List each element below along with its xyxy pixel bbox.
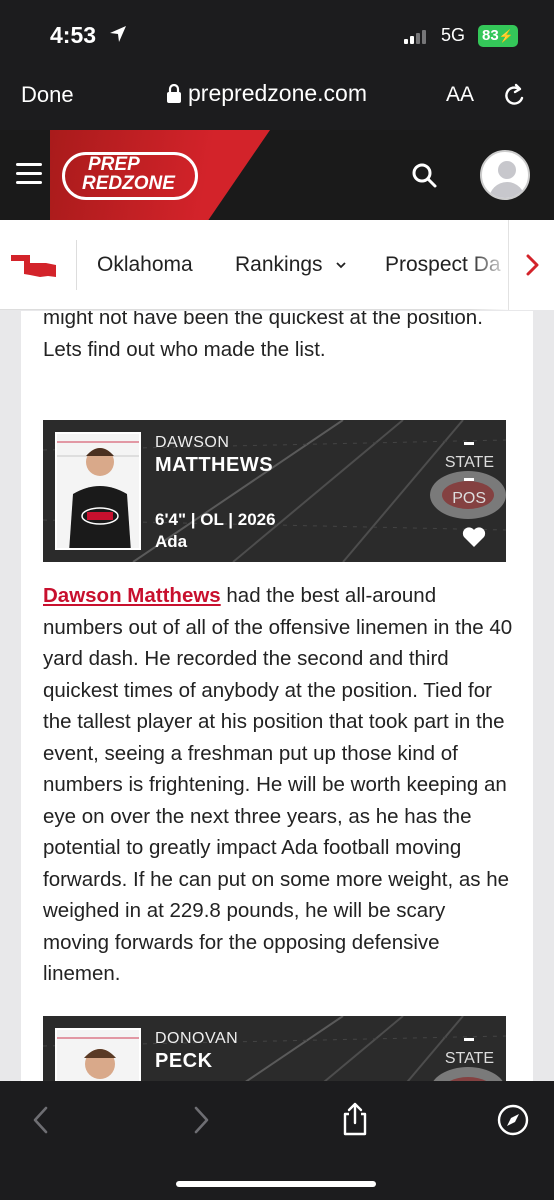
- done-button[interactable]: Done: [21, 82, 74, 108]
- player-class: 2026: [237, 510, 276, 529]
- nav-scroll-right-button[interactable]: [508, 220, 554, 310]
- player-height: 6'4": [155, 510, 187, 529]
- nav-item-rankings-label: Rankings: [235, 253, 323, 276]
- home-indicator: [176, 1181, 376, 1187]
- site-header: PREP REDZONE: [0, 130, 554, 220]
- pos-rank-value: [464, 478, 474, 481]
- status-bar: 4:53 5G 83⚡: [0, 0, 554, 66]
- hamburger-menu-icon[interactable]: [16, 163, 42, 190]
- player-photo: [55, 432, 141, 550]
- player-town: Ada: [155, 532, 188, 551]
- compass-icon[interactable]: [496, 1103, 530, 1142]
- player-description: Dawson Matthews had the best all-around …: [43, 580, 513, 990]
- article-intro: might not have been the quickest at the …: [43, 311, 483, 361]
- chevron-right-icon: [526, 254, 539, 276]
- state-rank-label: STATE: [444, 454, 494, 471]
- player-meta: 6'4" | OL | 2026: [155, 510, 276, 530]
- player-profile-link[interactable]: Dawson Matthews: [43, 584, 221, 607]
- player-card[interactable]: DAWSON MATTHEWS 6'4" | OL | 2026 Ada STA…: [43, 420, 506, 562]
- player-first-name: DONOVAN: [155, 1030, 239, 1047]
- signal-icon: [404, 30, 426, 44]
- player-last-name: PECK: [155, 1050, 213, 1072]
- user-avatar[interactable]: [480, 150, 530, 200]
- player-photo: [55, 1028, 141, 1081]
- address-bar[interactable]: prepredzone.com: [166, 80, 367, 107]
- url-text: prepredzone.com: [188, 80, 367, 106]
- prep-redzone-logo[interactable]: PREP REDZONE: [62, 152, 198, 200]
- player-card[interactable]: DONOVAN PECK STATE: [43, 1016, 506, 1081]
- player-description-text: had the best all-around numbers out of a…: [43, 584, 513, 985]
- text-size-button[interactable]: AA: [446, 83, 474, 107]
- player-first-name: DAWSON: [155, 434, 230, 451]
- back-button[interactable]: [30, 1105, 52, 1140]
- oklahoma-state-icon[interactable]: [10, 254, 58, 283]
- logo-line-2: REDZONE: [82, 173, 175, 194]
- battery-indicator: 83⚡: [478, 25, 518, 47]
- player-position: OL: [200, 510, 224, 529]
- player-last-name: MATTHEWS: [155, 454, 274, 476]
- state-rank-value: [464, 1038, 474, 1041]
- pos-rank-label: POS: [452, 490, 486, 507]
- state-nav-bar: Oklahoma Rankings Prospect Da: [0, 220, 554, 310]
- share-button[interactable]: [340, 1101, 370, 1142]
- favorite-heart-icon[interactable]: [462, 526, 486, 553]
- state-rank-value: [464, 442, 474, 445]
- chevron-right-icon: [194, 1106, 209, 1134]
- meta-separator: |: [223, 510, 238, 529]
- chevron-down-icon: [336, 262, 347, 269]
- reload-icon[interactable]: [503, 82, 527, 115]
- state-rank-label: STATE: [444, 1050, 494, 1067]
- nav-divider: [76, 240, 77, 290]
- status-time: 4:53: [50, 22, 97, 48]
- forward-button[interactable]: [190, 1105, 212, 1140]
- search-icon[interactable]: [410, 161, 438, 194]
- nav-item-rankings[interactable]: Rankings: [235, 253, 348, 277]
- location-arrow-icon: [108, 24, 128, 49]
- lock-icon: [167, 83, 181, 103]
- share-icon: [343, 1102, 367, 1136]
- battery-level: 83: [482, 27, 499, 44]
- nav-item-oklahoma[interactable]: Oklahoma: [97, 253, 193, 277]
- chevron-left-icon: [33, 1106, 48, 1134]
- network-type: 5G: [441, 25, 466, 45]
- nav-fade: [470, 220, 510, 310]
- meta-separator: |: [186, 510, 201, 529]
- browser-top-bar: Done prepredzone.com AA: [0, 66, 554, 130]
- article-content: might not have been the quickest at the …: [21, 311, 533, 1081]
